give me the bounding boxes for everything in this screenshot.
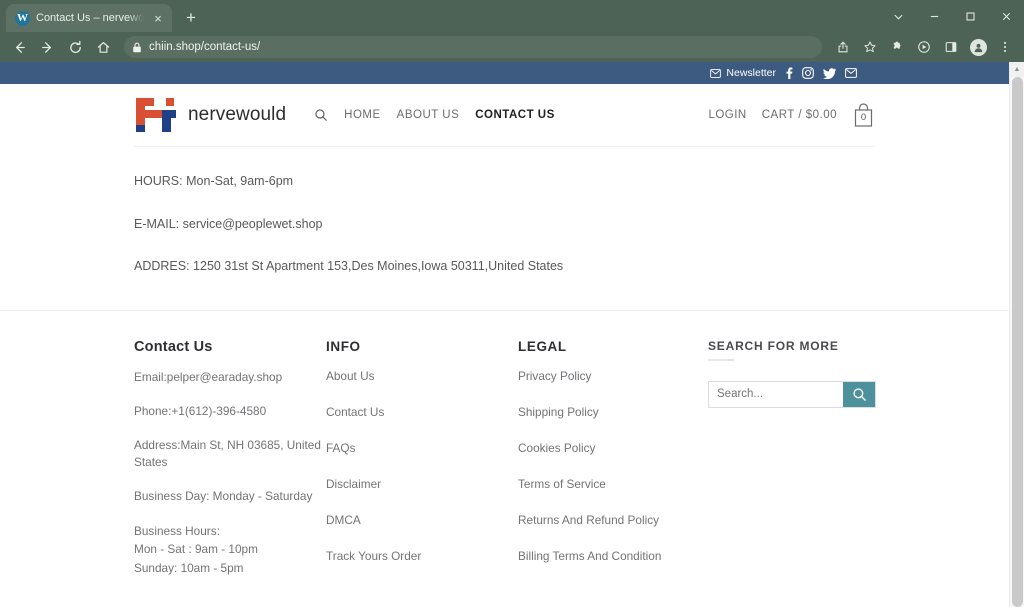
chevron-down-icon[interactable] bbox=[880, 0, 916, 32]
footer-address: Address:Main St, NH 03685, United States bbox=[134, 437, 326, 471]
footer-link-shipping-policy[interactable]: Shipping Policy bbox=[518, 404, 708, 421]
side-panel-icon[interactable] bbox=[938, 34, 964, 60]
browser-toolbar: chiin.shop/contact-us/ bbox=[0, 32, 1024, 62]
footer-link-track-order[interactable]: Track Yours Order bbox=[326, 548, 518, 565]
twitter-icon[interactable] bbox=[823, 68, 836, 79]
contact-email: E-MAIL: service@peoplewet.shop bbox=[134, 216, 875, 234]
forward-icon[interactable] bbox=[34, 34, 60, 60]
scrollbar-track[interactable] bbox=[1010, 77, 1024, 607]
media-icon[interactable] bbox=[911, 34, 937, 60]
browser-tab[interactable]: W Contact Us – nervewould Online × bbox=[6, 4, 172, 32]
puzzle-icon[interactable] bbox=[884, 34, 910, 60]
footer-heading-contact: Contact Us bbox=[134, 339, 326, 355]
footer-heading-search: SEARCH FOR MORE bbox=[708, 339, 908, 353]
cart-button[interactable]: 0 bbox=[852, 103, 875, 128]
newsletter-label: Newsletter bbox=[726, 67, 776, 79]
window-controls bbox=[880, 0, 1024, 32]
footer-hours-title: Business Hours: bbox=[134, 522, 326, 540]
brand-name: nervewould bbox=[188, 104, 286, 126]
star-icon[interactable] bbox=[857, 34, 883, 60]
contact-address: ADDRES: 1250 31st St Apartment 153,Des M… bbox=[134, 258, 875, 276]
page-viewport: Newsletter bbox=[0, 62, 1024, 607]
footer-column-info: INFO About Us Contact Us FAQs Disclaimer… bbox=[326, 339, 518, 594]
close-icon[interactable] bbox=[988, 0, 1024, 32]
footer-link-privacy-policy[interactable]: Privacy Policy bbox=[518, 368, 708, 385]
home-icon[interactable] bbox=[90, 34, 116, 60]
maximize-icon[interactable] bbox=[952, 0, 988, 32]
tab-title: Contact Us – nervewould Online bbox=[36, 12, 144, 24]
footer-hours-sunday: Sunday: 10am - 5pm bbox=[134, 559, 326, 577]
search-icon[interactable] bbox=[314, 108, 328, 122]
scroll-up-arrow[interactable]: ▲ bbox=[1010, 62, 1024, 77]
reload-icon[interactable] bbox=[62, 34, 88, 60]
site-header: nervewould HOME ABOUT US CONTACT US LOGI… bbox=[0, 84, 1009, 146]
site-top-bar: Newsletter bbox=[0, 62, 1009, 84]
brand-block[interactable]: nervewould bbox=[134, 94, 286, 136]
header-actions: LOGIN CART / $0.00 0 bbox=[708, 103, 875, 128]
back-icon[interactable] bbox=[6, 34, 32, 60]
instagram-icon[interactable] bbox=[802, 67, 814, 79]
nav-item-home[interactable]: HOME bbox=[344, 109, 381, 121]
footer-business-day: Business Day: Monday - Saturday bbox=[134, 488, 326, 505]
social-links bbox=[786, 67, 857, 79]
share-icon[interactable] bbox=[830, 34, 856, 60]
site-footer: Contact Us Email:pelper@earaday.shop Pho… bbox=[0, 311, 1009, 594]
search-icon bbox=[852, 387, 867, 402]
footer-column-contact: Contact Us Email:pelper@earaday.shop Pho… bbox=[134, 339, 326, 594]
close-icon[interactable]: × bbox=[150, 10, 166, 26]
browser-window: W Contact Us – nervewould Online × + bbox=[0, 0, 1024, 607]
minimize-icon[interactable] bbox=[916, 0, 952, 32]
email-icon[interactable] bbox=[845, 68, 857, 78]
page-scrollbar[interactable]: ▲ bbox=[1009, 62, 1024, 607]
footer-email: Email:pelper@earaday.shop bbox=[134, 369, 326, 386]
avatar-icon[interactable] bbox=[965, 34, 991, 60]
footer-link-terms-of-service[interactable]: Terms of Service bbox=[518, 476, 708, 493]
search-submit-button[interactable] bbox=[843, 382, 875, 407]
new-tab-button[interactable]: + bbox=[178, 4, 204, 30]
kebab-menu-icon[interactable] bbox=[992, 34, 1018, 60]
login-link[interactable]: LOGIN bbox=[708, 109, 746, 121]
footer-link-dmca[interactable]: DMCA bbox=[326, 512, 518, 529]
main-content: HOURS: Mon-Sat, 9am-6pm E-MAIL: service@… bbox=[0, 147, 1009, 310]
main-navigation: HOME ABOUT US CONTACT US bbox=[314, 108, 708, 122]
footer-business-hours: Business Hours: Mon - Sat : 9am - 10pm S… bbox=[134, 522, 326, 577]
footer-link-cookies-policy[interactable]: Cookies Policy bbox=[518, 440, 708, 457]
web-page: Newsletter bbox=[0, 62, 1009, 607]
footer-heading-legal: LEGAL bbox=[518, 339, 708, 354]
tab-strip: W Contact Us – nervewould Online × + bbox=[0, 0, 1024, 32]
footer-link-disclaimer[interactable]: Disclaimer bbox=[326, 476, 518, 493]
facebook-icon[interactable] bbox=[786, 67, 793, 79]
footer-heading-info: INFO bbox=[326, 339, 518, 354]
toolbar-actions bbox=[830, 34, 1018, 60]
footer-search-form bbox=[708, 381, 876, 408]
search-input[interactable] bbox=[709, 382, 843, 407]
contact-hours: HOURS: Mon-Sat, 9am-6pm bbox=[134, 173, 875, 191]
heading-underline bbox=[708, 359, 734, 361]
address-bar[interactable]: chiin.shop/contact-us/ bbox=[124, 36, 822, 58]
footer-link-about-us[interactable]: About Us bbox=[326, 368, 518, 385]
cart-total[interactable]: CART / $0.00 bbox=[762, 109, 837, 121]
scrollbar-thumb[interactable] bbox=[1012, 77, 1023, 607]
footer-phone: Phone:+1(612)-396-4580 bbox=[134, 403, 326, 420]
footer-link-returns-refund-policy[interactable]: Returns And Refund Policy bbox=[518, 512, 708, 529]
cart-count: 0 bbox=[852, 103, 875, 128]
footer-link-contact-us[interactable]: Contact Us bbox=[326, 404, 518, 421]
footer-hours-weekday: Mon - Sat : 9am - 10pm bbox=[134, 540, 326, 558]
lock-icon bbox=[132, 42, 142, 53]
footer-link-billing-terms[interactable]: Billing Terms And Condition bbox=[518, 548, 708, 565]
envelope-icon bbox=[710, 69, 721, 78]
footer-column-legal: LEGAL Privacy Policy Shipping Policy Coo… bbox=[518, 339, 708, 594]
nav-item-contact-us[interactable]: CONTACT US bbox=[475, 109, 555, 121]
newsletter-link[interactable]: Newsletter bbox=[710, 67, 776, 79]
footer-column-search: SEARCH FOR MORE bbox=[708, 339, 908, 594]
footer-link-faqs[interactable]: FAQs bbox=[326, 440, 518, 457]
wordpress-icon: W bbox=[15, 11, 30, 26]
nervewould-logo bbox=[134, 94, 178, 136]
url-text: chiin.shop/contact-us/ bbox=[149, 41, 260, 53]
nav-item-about-us[interactable]: ABOUT US bbox=[397, 109, 460, 121]
